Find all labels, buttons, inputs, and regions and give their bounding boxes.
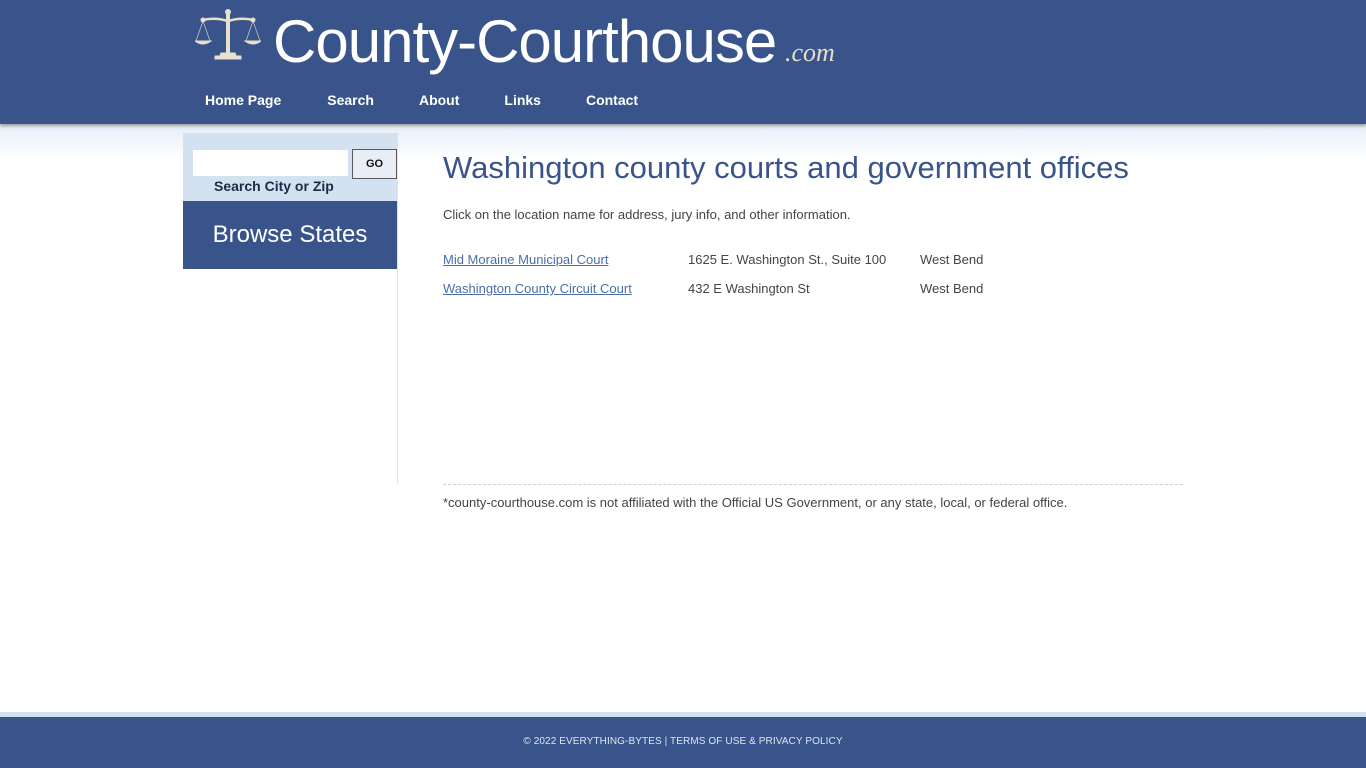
location-city: West Bend	[920, 252, 984, 267]
location-link[interactable]: Mid Moraine Municipal Court	[443, 252, 608, 267]
content-divider	[443, 484, 1183, 485]
site-logo-text[interactable]: County-Courthouse	[273, 7, 777, 76]
main-nav: Home Page Search About Links Contact	[205, 92, 684, 108]
page-title: Washington county courts and government …	[443, 150, 1129, 185]
footer-text[interactable]: © 2022 EVERYTHING-BYTES | TERMS OF USE &…	[523, 736, 842, 747]
nav-search[interactable]: Search	[327, 92, 374, 108]
nav-contact[interactable]: Contact	[586, 92, 638, 108]
go-button[interactable]: GO	[352, 149, 397, 179]
sidebar-search-panel: GO Search City or Zip	[183, 133, 397, 201]
location-address: 432 E Washington St	[688, 281, 810, 296]
site-logo-tld: .com	[785, 38, 835, 67]
nav-home-page[interactable]: Home Page	[205, 92, 281, 108]
intro-text: Click on the location name for address, …	[443, 207, 851, 222]
nav-about[interactable]: About	[419, 92, 459, 108]
nav-links[interactable]: Links	[504, 92, 541, 108]
disclaimer: *county-courthouse.com is not affiliated…	[443, 495, 1068, 510]
scales-of-justice-icon	[195, 9, 261, 60]
location-address: 1625 E. Washington St., Suite 100	[688, 252, 887, 267]
sidebar-divider	[397, 133, 398, 484]
search-label: Search City or Zip	[214, 178, 334, 194]
city-zip-search-input[interactable]	[193, 150, 348, 176]
location-link[interactable]: Washington County Circuit Court	[443, 281, 632, 296]
location-city: West Bend	[920, 281, 984, 296]
browse-states-button[interactable]: Browse States	[183, 201, 397, 269]
site-header: County-Courthouse .com Home Page Search …	[0, 0, 1366, 124]
site-footer: © 2022 EVERYTHING-BYTES | TERMS OF USE &…	[0, 717, 1366, 768]
